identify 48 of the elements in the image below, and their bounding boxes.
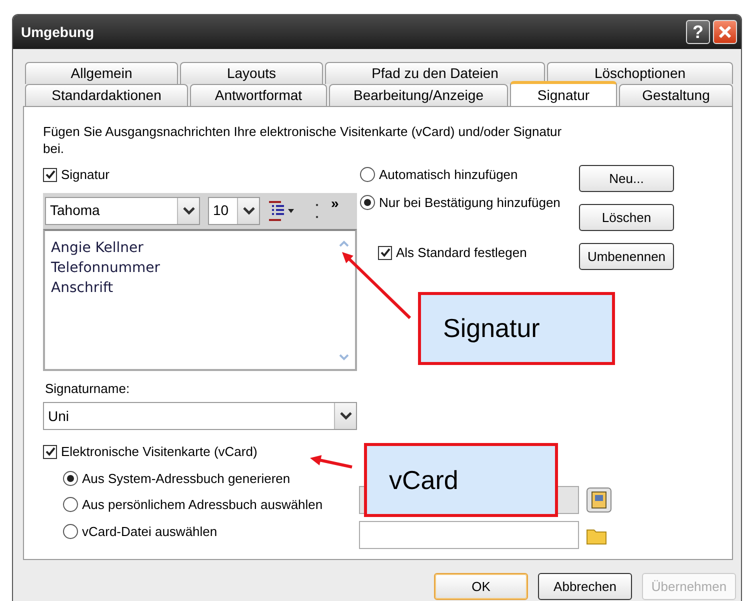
radio-button[interactable] [360,167,375,182]
radio-label: Nur bei Bestätigung hinzufügen [379,194,560,212]
radio-label: vCard-Datei auswählen [82,522,218,540]
window-title: Umgebung [21,22,96,42]
radio-label: Aus persönlichem Adressbuch auswählen [82,496,323,514]
close-button[interactable] [713,20,737,44]
action-button[interactable]: Umbenennen [579,243,674,270]
action-button[interactable]: Löschen [579,204,674,231]
checkbox[interactable] [378,246,392,260]
field-label: Signaturname: [45,380,131,398]
radio-button[interactable] [63,524,78,539]
checkbox[interactable] [43,444,57,459]
radio-label: Aus System-Adressbuch generieren [82,470,290,488]
dialog-button[interactable]: Abbrechen [538,573,632,600]
tab[interactable]: Antwortformat [190,84,327,106]
size-dropdown[interactable]: 10 [208,196,260,224]
checkbox-label: Signatur [61,166,110,184]
more-button[interactable]: » [331,192,339,214]
checkbox-label: Elektronische Visitenkarte (vCard) [61,443,258,461]
tab[interactable]: Layouts [180,62,323,84]
tab[interactable]: Pfad zu den Dateien [325,62,545,84]
checkbox-label: Als Standard festlegen [396,244,527,262]
help-button[interactable]: ? [686,20,710,44]
callout-tooltip: Signatur [418,292,615,365]
address-book-icon[interactable] [586,487,612,513]
tab[interactable]: Signatur [510,81,617,106]
signature-line: Anschrift [51,278,114,298]
dialog-button[interactable]: OK [434,573,528,600]
tab[interactable]: Bearbeitung/Anzeige [329,84,508,106]
intro-text: Fügen Sie Ausgangsnachrichten Ihre elektronische Visitenkarte (vCard) und/oder Signatur bei. [43,123,563,157]
annotation-arrow [310,455,352,468]
radio-label: Automatisch hinzufügen [379,166,518,184]
signature-line: Angie Kellner [51,238,144,258]
callout-tooltip: vCard [364,443,558,517]
signature-line: Telefonnummer [51,258,162,278]
tab[interactable]: Standardaktionen [25,84,188,106]
radio-button[interactable] [360,194,375,210]
font-dropdown[interactable]: Tahoma [45,196,200,224]
checkbox[interactable] [43,168,57,182]
radio-button[interactable] [63,470,78,486]
close-icon[interactable] [718,25,732,39]
tab[interactable]: Löschoptionen [547,62,733,84]
tab[interactable]: Allgemein [25,62,178,84]
tab[interactable]: Gestaltung [619,84,733,106]
signature-name-dropdown[interactable]: Uni [43,402,357,430]
action-button[interactable]: Neu... [579,165,674,192]
input-field[interactable] [359,521,579,549]
radio-button[interactable] [63,497,78,512]
